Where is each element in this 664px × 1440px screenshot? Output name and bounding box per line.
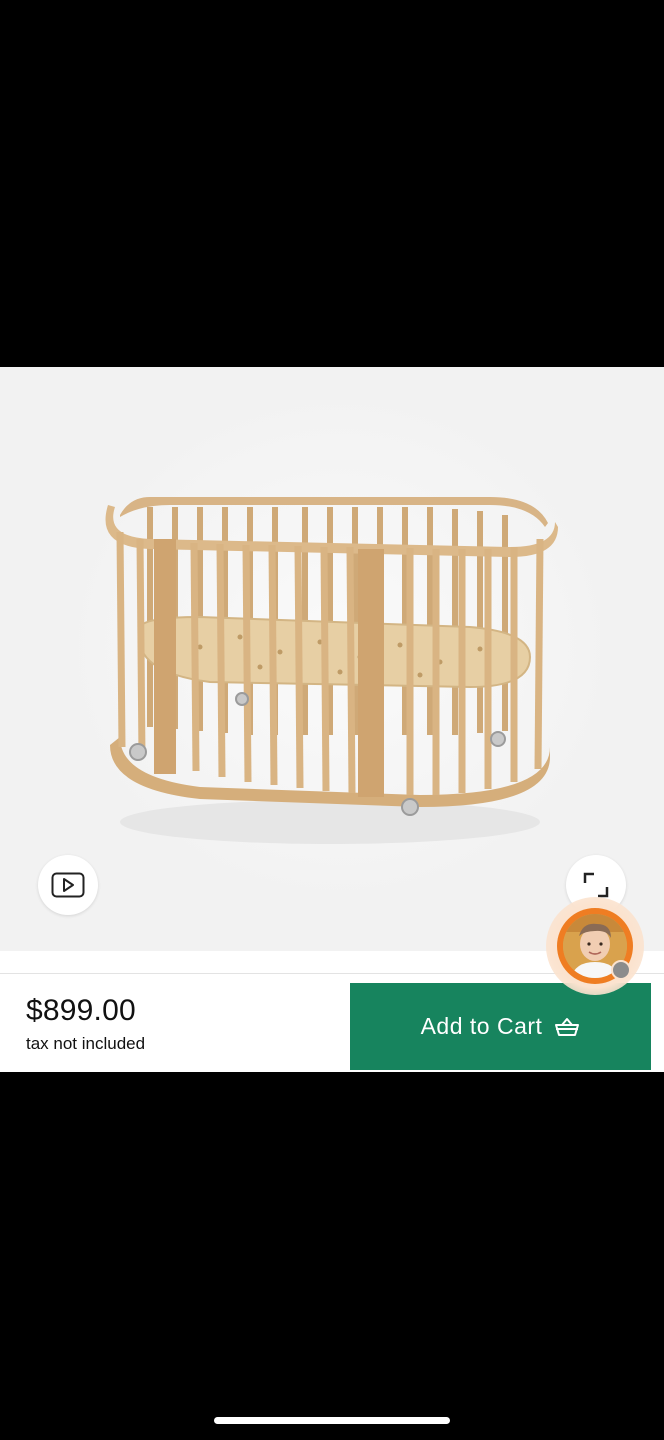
tax-note: tax not included	[26, 1034, 146, 1053]
top-letterbox	[0, 0, 664, 367]
home-indicator[interactable]	[214, 1417, 450, 1424]
product-image	[105, 497, 558, 844]
chat-assistant-avatar[interactable]	[546, 897, 644, 995]
add-to-cart-button[interactable]: Add to Cart	[350, 983, 651, 1070]
bottom-letterbox	[0, 1072, 664, 1440]
status-indicator	[611, 960, 631, 980]
avatar-ring	[557, 908, 633, 984]
basket-icon	[555, 1017, 580, 1036]
purchase-bar: $899.00 tax not included Add to Cart	[0, 974, 664, 1072]
product-gallery[interactable]	[0, 367, 664, 951]
add-to-cart-label: Add to Cart	[420, 1013, 543, 1039]
expand-icon	[583, 872, 609, 898]
play-video-button[interactable]	[38, 855, 98, 915]
play-icon	[51, 872, 85, 898]
product-price: $899.00	[26, 994, 136, 1027]
